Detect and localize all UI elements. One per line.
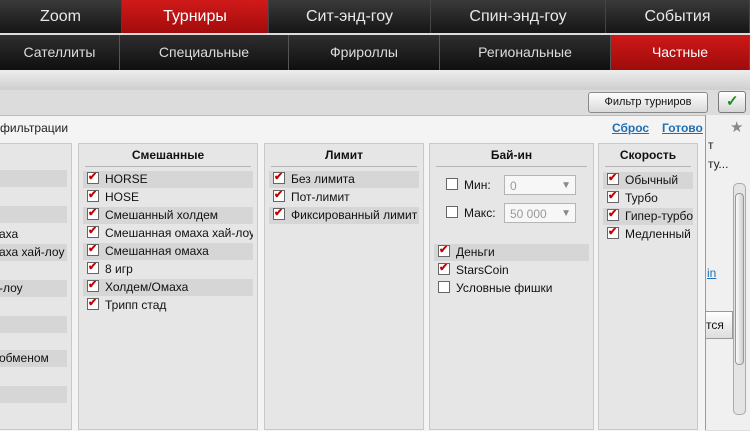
tab-zoom[interactable]: Zoom bbox=[0, 0, 122, 33]
chevron-down-icon: ▼ bbox=[561, 180, 571, 191]
list-item[interactable] bbox=[0, 298, 67, 315]
game-type-column: аха аха хай-лоу -лоу обменом bbox=[0, 143, 72, 430]
list-item[interactable]: StarsCoin bbox=[434, 262, 589, 279]
list-item[interactable]: Турбо bbox=[603, 190, 693, 207]
register-button[interactable]: тся bbox=[705, 311, 733, 339]
list-item[interactable]: Без лимита bbox=[269, 171, 419, 188]
list-item[interactable]: Фиксированный лимит bbox=[269, 207, 419, 224]
checkbox-checked-icon[interactable] bbox=[273, 207, 285, 222]
details-link[interactable]: in bbox=[707, 266, 716, 280]
list-item[interactable]: Смешанный холдем bbox=[83, 207, 253, 224]
list-item[interactable]: Пот-лимит bbox=[269, 189, 419, 206]
checkbox-checked-icon[interactable] bbox=[607, 190, 619, 205]
reset-link[interactable]: Сброс bbox=[612, 121, 649, 135]
subtab-private[interactable]: Частные bbox=[611, 35, 750, 70]
list-item[interactable] bbox=[0, 206, 67, 223]
toolbar-band bbox=[0, 70, 750, 90]
list-item[interactable]: -лоу bbox=[0, 280, 67, 297]
checkbox-checked-icon[interactable] bbox=[87, 261, 99, 276]
details-text: т bbox=[708, 138, 714, 152]
list-item[interactable] bbox=[0, 170, 67, 187]
list-item[interactable]: аха хай-лоу bbox=[0, 244, 67, 261]
list-item[interactable]: обменом bbox=[0, 350, 67, 367]
checkbox-checked-icon[interactable] bbox=[87, 189, 99, 204]
checkbox-checked-icon[interactable] bbox=[87, 279, 99, 294]
checkbox-unchecked-icon[interactable] bbox=[446, 206, 458, 218]
sub-tab-bar: Сателлиты Специальные Фрироллы Региональ… bbox=[0, 35, 750, 70]
tab-events[interactable]: События bbox=[606, 0, 750, 33]
limit-header: Лимит bbox=[271, 148, 417, 167]
tab-spin-and-go[interactable]: Спин-энд-гоу bbox=[431, 0, 606, 33]
list-item[interactable]: Условные фишки bbox=[434, 280, 589, 297]
list-item[interactable] bbox=[0, 386, 67, 403]
checkbox-checked-icon[interactable] bbox=[273, 189, 285, 204]
list-item[interactable]: Медленный bbox=[603, 226, 693, 243]
tournament-filter-button[interactable]: Фильтр турниров bbox=[588, 92, 708, 113]
subtab-special[interactable]: Специальные bbox=[120, 35, 289, 70]
tab-sit-and-go[interactable]: Сит-энд-гоу bbox=[269, 0, 431, 33]
checkbox-checked-icon[interactable] bbox=[607, 172, 619, 187]
checkbox-unchecked-icon[interactable] bbox=[438, 281, 450, 293]
list-item[interactable]: HOSE bbox=[83, 189, 253, 206]
list-item[interactable]: Холдем/Омаха bbox=[83, 279, 253, 296]
list-item[interactable] bbox=[0, 334, 67, 351]
details-text: ту... bbox=[708, 157, 729, 171]
list-item[interactable]: Обычный bbox=[603, 172, 693, 189]
speed-header: Скорость bbox=[605, 148, 691, 167]
top-tab-bar: Zoom Турниры Сит-энд-гоу Спин-энд-гоу Со… bbox=[0, 0, 750, 33]
list-item[interactable] bbox=[0, 262, 67, 279]
list-item[interactable]: Смешанная омаха хай-лоу bbox=[83, 225, 253, 242]
max-buyin-select[interactable]: 50 000 ▼ bbox=[504, 203, 576, 223]
subtab-regional[interactable]: Региональные bbox=[440, 35, 611, 70]
panel-title: фильтрации bbox=[0, 121, 69, 135]
list-item[interactable]: 8 игр bbox=[83, 261, 253, 278]
max-checkbox-row[interactable]: Макс: bbox=[442, 205, 502, 222]
checkbox-checked-icon[interactable] bbox=[438, 244, 450, 259]
list-item[interactable]: Гипер-турбо bbox=[603, 208, 693, 225]
buyin-header: Бай-ин bbox=[436, 148, 587, 167]
checkbox-checked-icon[interactable] bbox=[87, 243, 99, 258]
list-item[interactable]: аха bbox=[0, 226, 67, 243]
list-item[interactable]: Деньги bbox=[434, 244, 589, 261]
subtab-freerolls[interactable]: Фрироллы bbox=[289, 35, 440, 70]
checkbox-checked-icon[interactable] bbox=[273, 171, 285, 186]
chevron-down-icon: ▼ bbox=[561, 208, 571, 219]
done-link[interactable]: Готово bbox=[662, 121, 703, 135]
mixed-header: Смешанные bbox=[85, 148, 251, 167]
min-buyin-select[interactable]: 0 ▼ bbox=[504, 175, 576, 195]
checkbox-checked-icon[interactable] bbox=[87, 171, 99, 186]
tab-tournaments[interactable]: Турниры bbox=[122, 0, 269, 33]
checkbox-checked-icon[interactable] bbox=[607, 208, 619, 223]
mixed-column: Смешанные HORSE HOSE Смешанный холдем См… bbox=[78, 143, 258, 430]
scrollbar-thumb[interactable] bbox=[735, 193, 744, 365]
list-item[interactable]: Смешанная омаха bbox=[83, 243, 253, 260]
list-item[interactable] bbox=[0, 368, 67, 385]
min-checkbox-row[interactable]: Мин: bbox=[442, 177, 502, 194]
list-item[interactable]: HORSE bbox=[83, 171, 253, 188]
confirm-button[interactable]: ✓ bbox=[718, 91, 746, 113]
list-item[interactable] bbox=[0, 188, 67, 205]
check-icon: ✓ bbox=[726, 93, 739, 110]
star-icon[interactable]: ★ bbox=[730, 118, 743, 136]
checkbox-checked-icon[interactable] bbox=[438, 262, 450, 277]
checkbox-checked-icon[interactable] bbox=[87, 297, 99, 312]
checkbox-unchecked-icon[interactable] bbox=[446, 178, 458, 190]
subtab-satellites[interactable]: Сателлиты bbox=[0, 35, 120, 70]
checkbox-checked-icon[interactable] bbox=[87, 225, 99, 240]
list-item[interactable] bbox=[0, 316, 67, 333]
limit-column: Лимит Без лимита Пот-лимит Фиксированный… bbox=[264, 143, 424, 430]
buyin-column: Бай-ин Мин: 0▼ Макс: 50 000▼ Деньги Star… bbox=[429, 143, 594, 430]
list-item[interactable]: Трипп стад bbox=[83, 297, 253, 314]
speed-column: Скорость Обычный Турбо Гипер-турбо Медле… bbox=[598, 143, 698, 430]
checkbox-checked-icon[interactable] bbox=[607, 226, 619, 241]
checkbox-checked-icon[interactable] bbox=[87, 207, 99, 222]
